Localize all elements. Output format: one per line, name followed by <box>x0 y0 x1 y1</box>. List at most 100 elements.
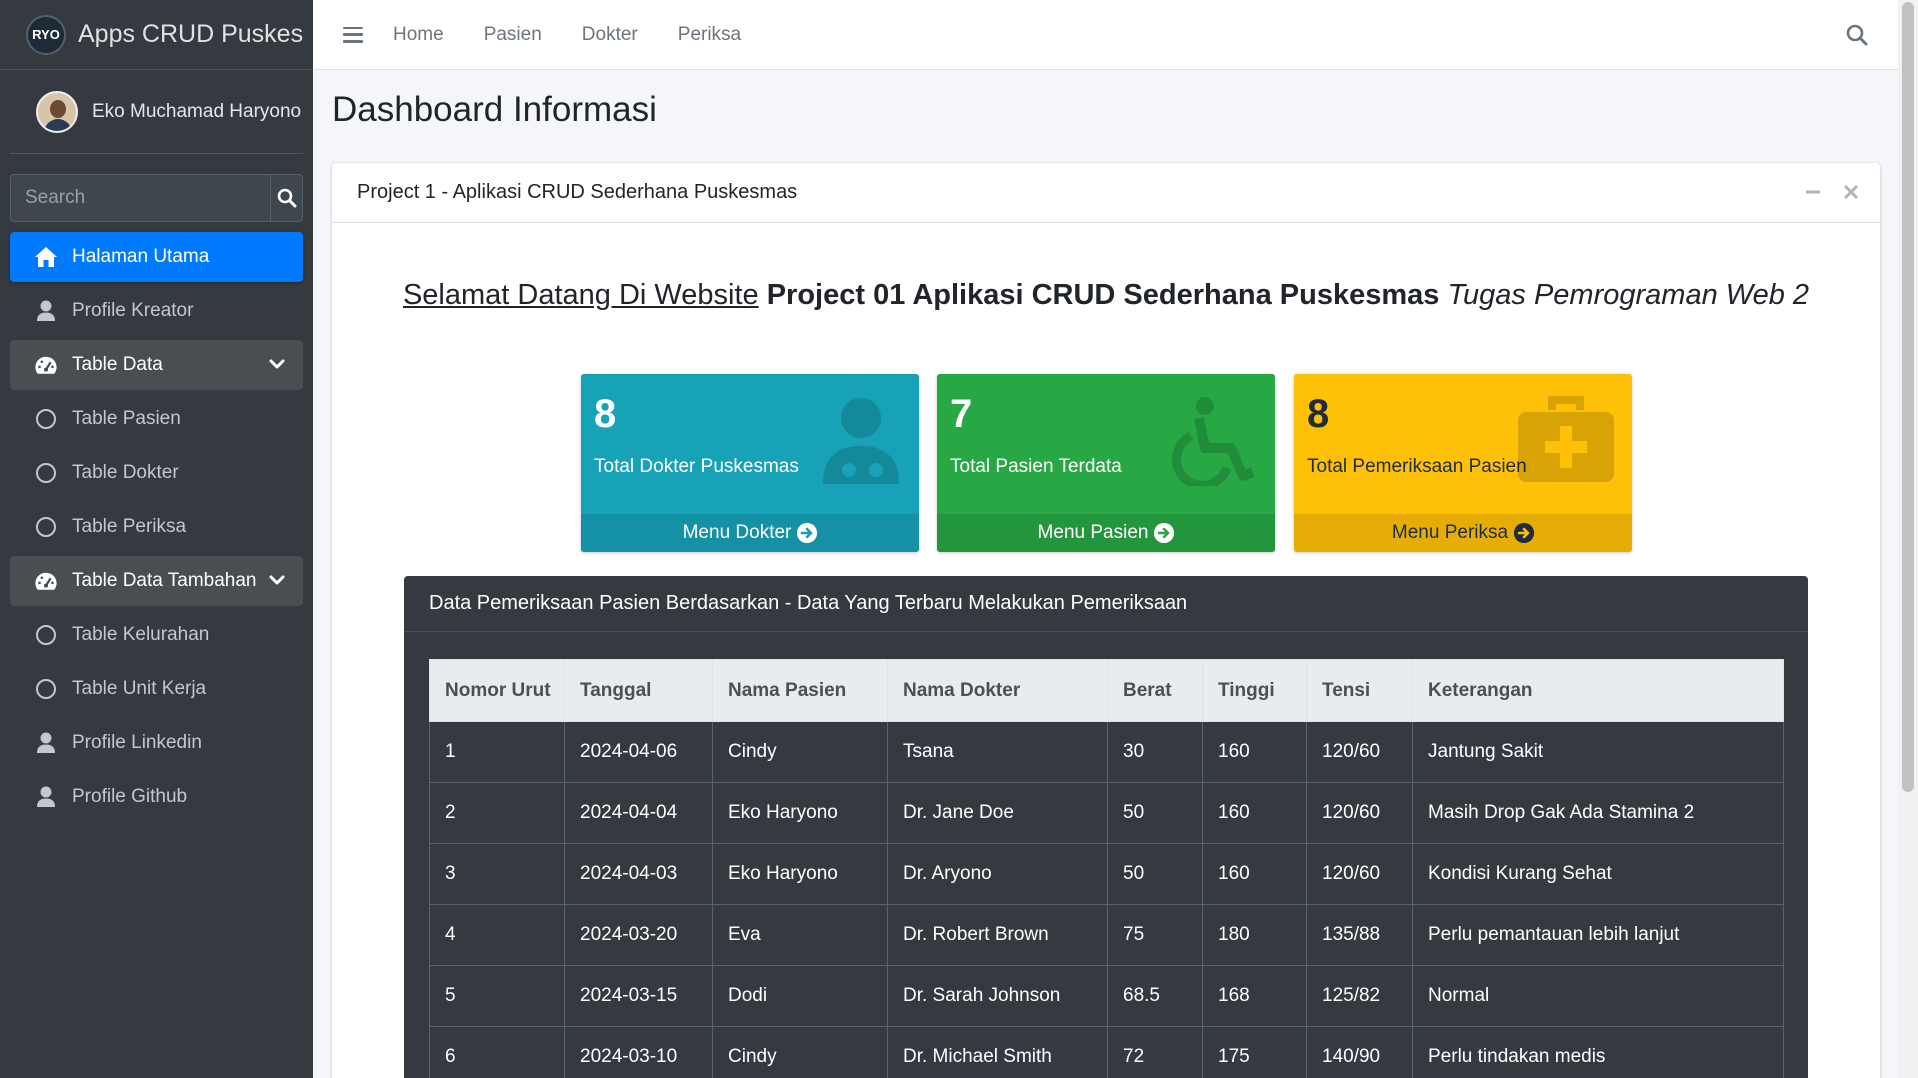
main-sidebar: RYO Apps CRUD Puskes Eko Muchamad Haryon… <box>0 0 313 1078</box>
collapse-icon[interactable] <box>1804 181 1822 207</box>
stat-link-periksa[interactable]: Menu Periksa <box>1294 514 1632 552</box>
project-card: Project 1 - Aplikasi CRUD Sederhana Pusk… <box>332 163 1880 1078</box>
table-cell: 72 <box>1107 1026 1203 1078</box>
dashboard-icon <box>34 353 58 377</box>
stat-value: 7 <box>950 392 973 436</box>
table-cell: 140/90 <box>1306 1026 1413 1078</box>
table-cell: Perlu tindakan medis <box>1412 1026 1784 1078</box>
table-cell: 125/82 <box>1306 965 1413 1027</box>
table-cell: Dr. Robert Brown <box>887 904 1108 966</box>
pemeriksaan-table: Nomor Urut Tanggal Nama Pasien Nama Dokt… <box>429 659 1784 1078</box>
user-icon <box>34 299 58 323</box>
topnav-pasien[interactable]: Pasien <box>484 24 542 46</box>
search-icon <box>277 188 296 208</box>
table-row: 6 2024-03-10 Cindy Dr. Michael Smith 72 … <box>429 1026 1784 1078</box>
sidebar-item-label: Table Kelurahan <box>72 624 210 645</box>
table-row: 4 2024-03-20 Eva Dr. Robert Brown 75 180… <box>429 904 1784 966</box>
sidebar-search-input[interactable] <box>10 174 270 222</box>
table-cell: 2 <box>429 782 565 844</box>
table-cell: 68.5 <box>1107 965 1203 1027</box>
table-cell: 135/88 <box>1306 904 1413 966</box>
topnav-dokter[interactable]: Dokter <box>582 24 638 46</box>
table-cell: 2024-03-20 <box>564 904 713 966</box>
home-icon <box>34 245 58 269</box>
table-cell: 2024-04-04 <box>564 782 713 844</box>
table-cell: 160 <box>1202 721 1307 783</box>
column-header[interactable]: Nama Pasien <box>712 659 888 722</box>
table-cell: 120/60 <box>1306 843 1413 905</box>
pemeriksaan-card-title: Data Pemeriksaan Pasien Berdasarkan - Da… <box>404 576 1808 632</box>
table-cell: Eko Haryono <box>712 843 888 905</box>
user-icon <box>34 785 58 809</box>
circle-icon <box>34 623 58 647</box>
scrollbar-thumb[interactable] <box>1902 2 1914 792</box>
sidebar-item-label: Table Data Tambahan <box>72 570 257 591</box>
sidebar-item-table-data[interactable]: Table Data <box>10 340 303 390</box>
column-header[interactable]: Tinggi <box>1202 659 1307 722</box>
column-header[interactable]: Nama Dokter <box>887 659 1108 722</box>
circle-icon <box>34 515 58 539</box>
table-cell: 120/60 <box>1306 782 1413 844</box>
sidebar-search-button[interactable] <box>270 174 303 222</box>
welcome-underline: Selamat Datang Di Website <box>402 279 759 311</box>
stat-link-label: Menu Periksa <box>1391 522 1509 543</box>
close-icon[interactable] <box>1842 181 1860 207</box>
table-header-row: Nomor Urut Tanggal Nama Pasien Nama Dokt… <box>429 659 1784 722</box>
circle-icon <box>34 677 58 701</box>
table-row: 3 2024-04-03 Eko Haryono Dr. Aryono 50 1… <box>429 843 1784 905</box>
table-cell: 3 <box>429 843 565 905</box>
table-cell: Kondisi Kurang Sehat <box>1412 843 1784 905</box>
arrow-circle-right-icon <box>1514 523 1535 543</box>
sidebar-item-table-dokter[interactable]: Table Dokter <box>10 448 303 498</box>
column-header[interactable]: Tanggal <box>564 659 713 722</box>
sidebar-item-label: Table Unit Kerja <box>72 678 207 699</box>
sidebar-item-table-pasien[interactable]: Table Pasien <box>10 394 303 444</box>
card-title: Project 1 - Aplikasi CRUD Sederhana Pusk… <box>357 181 798 203</box>
column-header[interactable]: Nomor Urut <box>429 659 565 722</box>
table-cell: Dr. Jane Doe <box>887 782 1108 844</box>
stat-label: Total Pemeriksaan Pasien <box>1307 456 1527 477</box>
stat-box-pasien: 7 Total Pasien Terdata Menu Pasien <box>937 374 1275 552</box>
table-cell: 5 <box>429 965 565 1027</box>
sidebar-item-profile-kreator[interactable]: Profile Kreator <box>10 286 303 336</box>
sidebar-item-table-kelurahan[interactable]: Table Kelurahan <box>10 610 303 660</box>
table-cell: 168 <box>1202 965 1307 1027</box>
welcome-bold: Project 01 Aplikasi CRUD Sederhana Puske… <box>766 279 1440 311</box>
table-cell: 180 <box>1202 904 1307 966</box>
menu-toggle-icon[interactable] <box>343 26 363 43</box>
stat-link-dokter[interactable]: Menu Dokter <box>581 514 919 552</box>
topnav-periksa[interactable]: Periksa <box>678 24 741 46</box>
chevron-down-icon <box>269 575 285 585</box>
table-cell: 160 <box>1202 843 1307 905</box>
sidebar-item-table-data-tambahan[interactable]: Table Data Tambahan <box>10 556 303 606</box>
sidebar-item-label: Table Data <box>72 354 163 375</box>
table-cell: 2024-04-03 <box>564 843 713 905</box>
table-cell: 2024-04-06 <box>564 721 713 783</box>
circle-icon <box>34 407 58 431</box>
sidebar-item-profile-linkedin[interactable]: Profile Linkedin <box>10 718 303 768</box>
brand-link[interactable]: RYO Apps CRUD Puskes <box>0 0 313 70</box>
page-scrollbar[interactable] <box>1898 0 1918 1078</box>
doctor-icon <box>823 398 899 484</box>
sidebar-item-label: Table Periksa <box>72 516 187 537</box>
user-panel[interactable]: Eko Muchamad Haryono <box>10 70 303 154</box>
column-header[interactable]: Keterangan <box>1412 659 1784 722</box>
search-icon[interactable] <box>1846 24 1868 46</box>
column-header[interactable]: Tensi <box>1306 659 1413 722</box>
sidebar-item-table-periksa[interactable]: Table Periksa <box>10 502 303 552</box>
sidebar-item-label: Table Dokter <box>72 462 179 483</box>
table-cell: Cindy <box>712 1026 888 1078</box>
table-cell: 4 <box>429 904 565 966</box>
table-cell: 1 <box>429 721 565 783</box>
sidebar-item-label: Profile Linkedin <box>72 732 202 753</box>
table-cell: Jantung Sakit <box>1412 721 1784 783</box>
sidebar-item-halaman-utama[interactable]: Halaman Utama <box>10 232 303 282</box>
table-cell: 75 <box>1107 904 1203 966</box>
sidebar-item-table-unit-kerja[interactable]: Table Unit Kerja <box>10 664 303 714</box>
table-cell: Dr. Michael Smith <box>887 1026 1108 1078</box>
sidebar-item-profile-github[interactable]: Profile Github <box>10 772 303 822</box>
column-header[interactable]: Berat <box>1107 659 1203 722</box>
stat-link-pasien[interactable]: Menu Pasien <box>937 514 1275 552</box>
topnav-home[interactable]: Home <box>393 24 444 46</box>
card-header: Project 1 - Aplikasi CRUD Sederhana Pusk… <box>332 163 1880 223</box>
